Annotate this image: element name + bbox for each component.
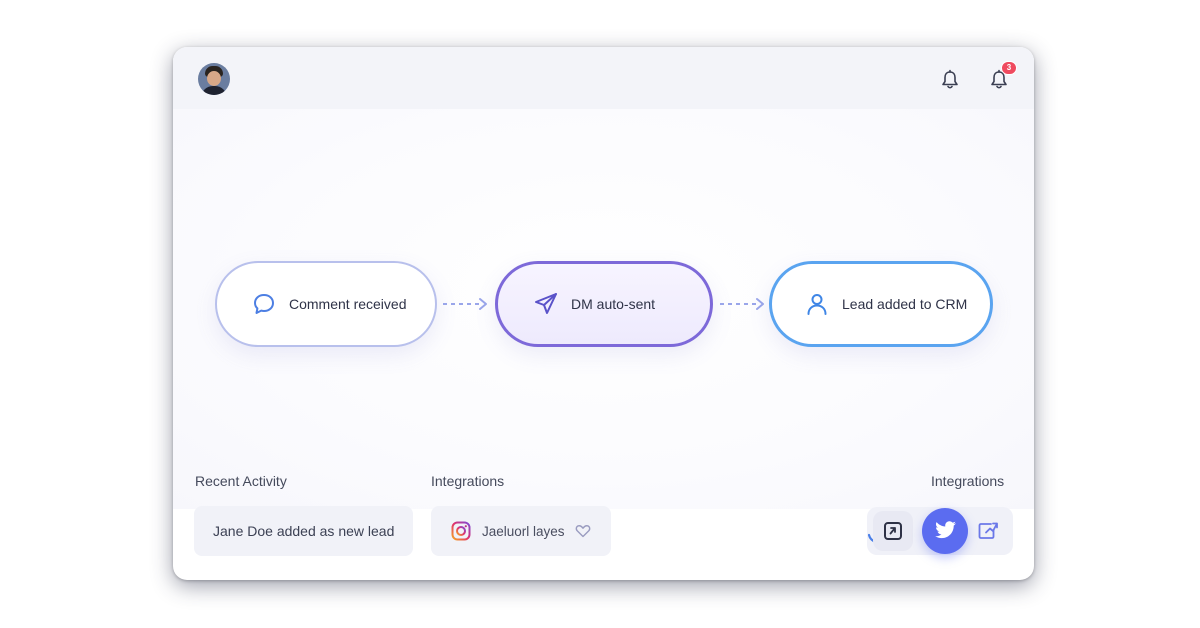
- flow-step-comment-received[interactable]: Comment received: [215, 261, 437, 347]
- integrations-heading-right: Integrations: [931, 473, 1005, 489]
- bell-icon[interactable]: [940, 69, 960, 91]
- user-icon: [803, 290, 831, 318]
- app-square-button[interactable]: [873, 511, 913, 551]
- flow-step-label: Comment received: [289, 296, 407, 312]
- avatar[interactable]: [198, 63, 230, 95]
- integration-item[interactable]: Jaeluorl layes: [431, 506, 611, 556]
- share-box-icon: [978, 522, 998, 539]
- integration-name: Jaeluorl layes: [482, 523, 565, 539]
- avatar-body: [201, 86, 227, 95]
- chat-bubble-icon: [250, 290, 278, 318]
- flow-step-label: Lead added to CRM: [842, 296, 968, 312]
- activity-text: Jane Doe added as new lead: [213, 523, 395, 539]
- recent-activity-heading: Recent Activity: [195, 473, 287, 489]
- paper-plane-icon: [532, 290, 560, 318]
- integrations-heading: Integrations: [431, 473, 505, 489]
- twitter-button[interactable]: [922, 508, 968, 554]
- flow-step-label: DM auto-sent: [571, 296, 656, 312]
- flow-connector-arrow: [443, 298, 487, 310]
- avatar-face: [207, 71, 221, 86]
- share-button[interactable]: [973, 516, 1003, 546]
- app-square-icon: [884, 522, 902, 540]
- flow-step-lead-added[interactable]: Lead added to CRM: [769, 261, 993, 347]
- top-bar: 3: [173, 47, 1034, 109]
- notification-badge: 3: [1001, 61, 1017, 75]
- instagram-icon: [451, 521, 471, 541]
- recent-activity-item[interactable]: Jane Doe added as new lead: [194, 506, 413, 556]
- twitter-icon: [935, 521, 956, 539]
- social-integrations-group: [867, 507, 1013, 555]
- flow-connector-arrow: [720, 298, 764, 310]
- flow-step-dm-auto-sent[interactable]: DM auto-sent: [495, 261, 713, 347]
- app-window: 3 Comment received DM auto-sent Lead add…: [173, 47, 1034, 580]
- heart-icon[interactable]: [575, 524, 591, 538]
- notifications-bell-icon[interactable]: 3: [989, 61, 1017, 91]
